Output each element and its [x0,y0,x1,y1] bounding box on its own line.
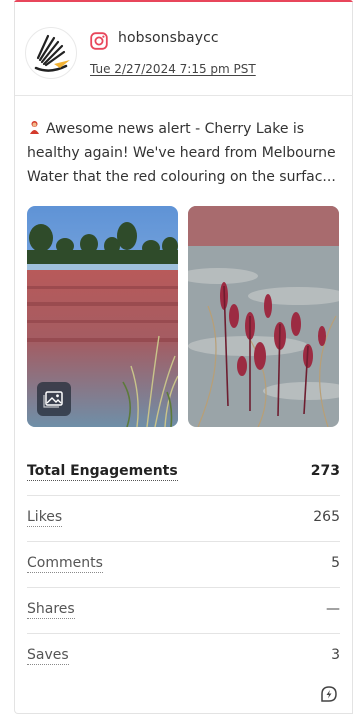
metric-value: 5 [331,555,340,571]
post-text-content: Awesome news alert - Cherry Lake is heal… [27,121,336,185]
metric-label[interactable]: Saves [27,646,69,665]
metric-row-saves: Saves 3 [27,634,340,680]
metric-label[interactable]: Comments [27,554,103,573]
instagram-icon [90,32,108,50]
post-image-1[interactable] [27,206,178,427]
boost-post-icon[interactable] [319,684,339,704]
post-image-2[interactable] [188,206,339,427]
metric-label[interactable]: Total Engagements [27,462,178,481]
metric-label[interactable]: Shares [27,600,75,619]
engagement-metrics: Total Engagements 273 Likes 265 Comments… [27,450,340,680]
metric-value: — [326,601,340,617]
metric-label[interactable]: Likes [27,508,63,527]
post-header: hobsonsbaycc Tue 2/27/2024 7:15 pm PST [15,8,353,96]
post-timestamp-link[interactable]: Tue 2/27/2024 7:15 pm PST [90,62,256,76]
image-gallery-badge[interactable] [37,382,71,416]
post-text: Awesome news alert - Cherry Lake is heal… [27,117,345,189]
woman-emoji-icon [30,121,39,134]
account-avatar[interactable] [25,27,77,79]
saltmarsh-photo [188,206,339,427]
account-name[interactable]: hobsonsbaycc [118,30,219,46]
metric-row-comments: Comments 5 [27,542,340,588]
council-logo-icon [34,34,70,72]
metric-value: 265 [313,509,340,525]
metric-row-total-engagements: Total Engagements 273 [27,450,340,496]
post-card: hobsonsbaycc Tue 2/27/2024 7:15 pm PST A… [14,2,353,714]
metric-value: 3 [331,647,340,663]
image-icon [43,391,63,408]
metric-value: 273 [310,463,340,479]
metric-row-shares: Shares — [27,588,340,634]
metric-row-likes: Likes 265 [27,496,340,542]
